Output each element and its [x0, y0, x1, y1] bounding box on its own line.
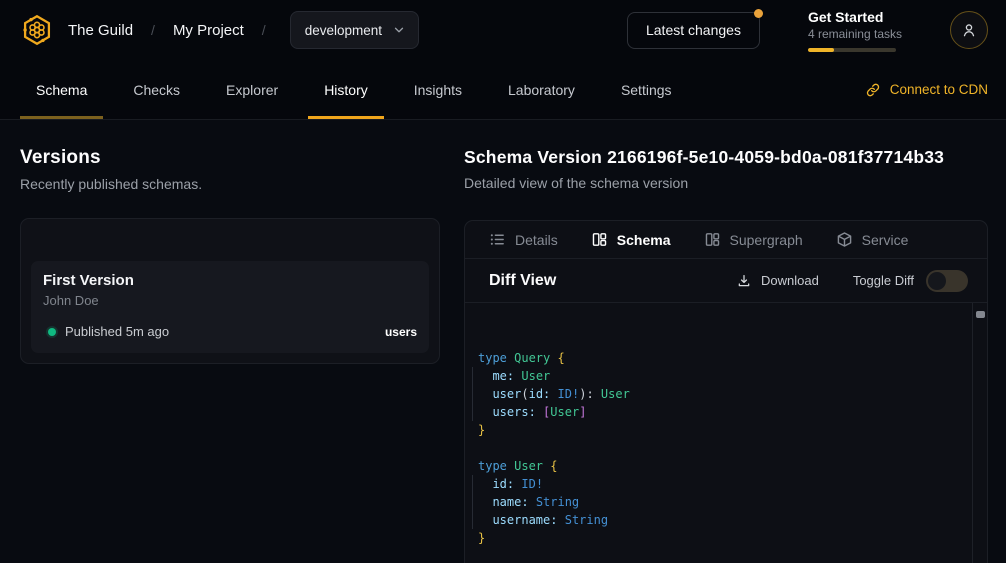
diff-view-header: Diff View Download Toggle Diff: [465, 259, 987, 303]
breadcrumb-org[interactable]: The Guild: [68, 22, 133, 39]
panels-icon: [704, 231, 721, 248]
list-icon: [489, 231, 506, 248]
tab-laboratory[interactable]: Laboratory: [492, 60, 591, 119]
get-started-subtitle: 4 remaining tasks: [808, 27, 902, 41]
panels-icon: [591, 231, 608, 248]
notification-dot: [754, 9, 763, 18]
tab-insights[interactable]: Insights: [398, 60, 478, 119]
target-selector[interactable]: development: [290, 11, 419, 49]
toggle-diff-label: Toggle Diff: [853, 273, 914, 288]
top-bar: The Guild / My Project / development Lat…: [0, 0, 1006, 60]
versions-title: Versions: [20, 147, 440, 169]
version-name: First Version: [43, 272, 417, 289]
tab-service-label: Service: [862, 232, 909, 248]
version-list-item[interactable]: First Version John Doe Published 5m ago …: [31, 261, 429, 353]
code-scrollbar-thumb[interactable]: [976, 311, 985, 318]
diff-view-title: Diff View: [489, 272, 556, 290]
detail-tabs: Details Schema: [465, 221, 987, 259]
get-started-title: Get Started: [808, 9, 902, 25]
tab-service[interactable]: Service: [836, 231, 909, 248]
toggle-diff-knob: [928, 272, 946, 290]
versions-list-card: First Version John Doe Published 5m ago …: [20, 218, 440, 364]
published-status-dot: [48, 328, 56, 336]
tab-details-label: Details: [515, 232, 558, 248]
download-label: Download: [761, 273, 819, 288]
get-started-progress-bar: [808, 48, 896, 52]
cube-icon: [836, 231, 853, 248]
schema-version-card: Details Schema: [464, 220, 988, 563]
link-icon: [865, 82, 881, 98]
breadcrumb: The Guild / My Project / development: [20, 11, 419, 49]
versions-subtitle: Recently published schemas.: [20, 176, 440, 192]
tab-schema[interactable]: Schema: [20, 60, 103, 119]
breadcrumb-separator: /: [147, 22, 159, 38]
latest-changes-label: Latest changes: [646, 22, 741, 38]
chevron-down-icon: [392, 23, 406, 37]
toggle-diff-switch[interactable]: [926, 270, 968, 292]
tab-explorer[interactable]: Explorer: [210, 60, 294, 119]
schema-version-subtitle: Detailed view of the schema version: [464, 175, 988, 191]
target-selector-value: development: [305, 23, 382, 38]
breadcrumb-project[interactable]: My Project: [173, 22, 244, 39]
person-icon: [959, 20, 979, 40]
schema-version-panel: Schema Version 2166196f-5e10-4059-bd0a-0…: [464, 147, 988, 563]
code-lines: type Query { me: User user(id: ID!): Use…: [478, 349, 963, 547]
versions-panel: Versions Recently published schemas. Fir…: [0, 147, 464, 563]
get-started-widget[interactable]: Get Started 4 remaining tasks: [808, 9, 902, 52]
connect-to-cdn-button[interactable]: Connect to CDN: [865, 60, 988, 119]
tab-checks[interactable]: Checks: [117, 60, 196, 119]
version-author: John Doe: [43, 293, 417, 308]
download-icon: [736, 273, 752, 289]
tab-supergraph-label: Supergraph: [730, 232, 803, 248]
connect-to-cdn-label: Connect to CDN: [890, 82, 988, 97]
schema-code-block: type Query { me: User user(id: ID!): Use…: [465, 303, 987, 563]
version-status: Published 5m ago: [65, 324, 169, 339]
tab-details[interactable]: Details: [489, 231, 558, 248]
schema-version-title: Schema Version 2166196f-5e10-4059-bd0a-0…: [464, 147, 988, 168]
service-name-badge: users: [385, 325, 417, 339]
tab-settings[interactable]: Settings: [605, 60, 688, 119]
get-started-progress-fill: [808, 48, 834, 52]
tab-schema-view-label: Schema: [617, 232, 671, 248]
breadcrumb-separator: /: [258, 22, 270, 38]
code-scrollbar: [972, 303, 987, 563]
hive-logo-icon: [20, 13, 54, 47]
content: Versions Recently published schemas. Fir…: [0, 120, 1006, 563]
tab-schema-view[interactable]: Schema: [591, 231, 671, 248]
latest-changes-button[interactable]: Latest changes: [627, 12, 760, 49]
user-avatar-button[interactable]: [950, 11, 988, 49]
download-button[interactable]: Download: [736, 273, 819, 289]
tab-supergraph[interactable]: Supergraph: [704, 231, 803, 248]
tab-history[interactable]: History: [308, 60, 384, 119]
main-nav: Schema Checks Explorer History Insights …: [0, 60, 1006, 120]
